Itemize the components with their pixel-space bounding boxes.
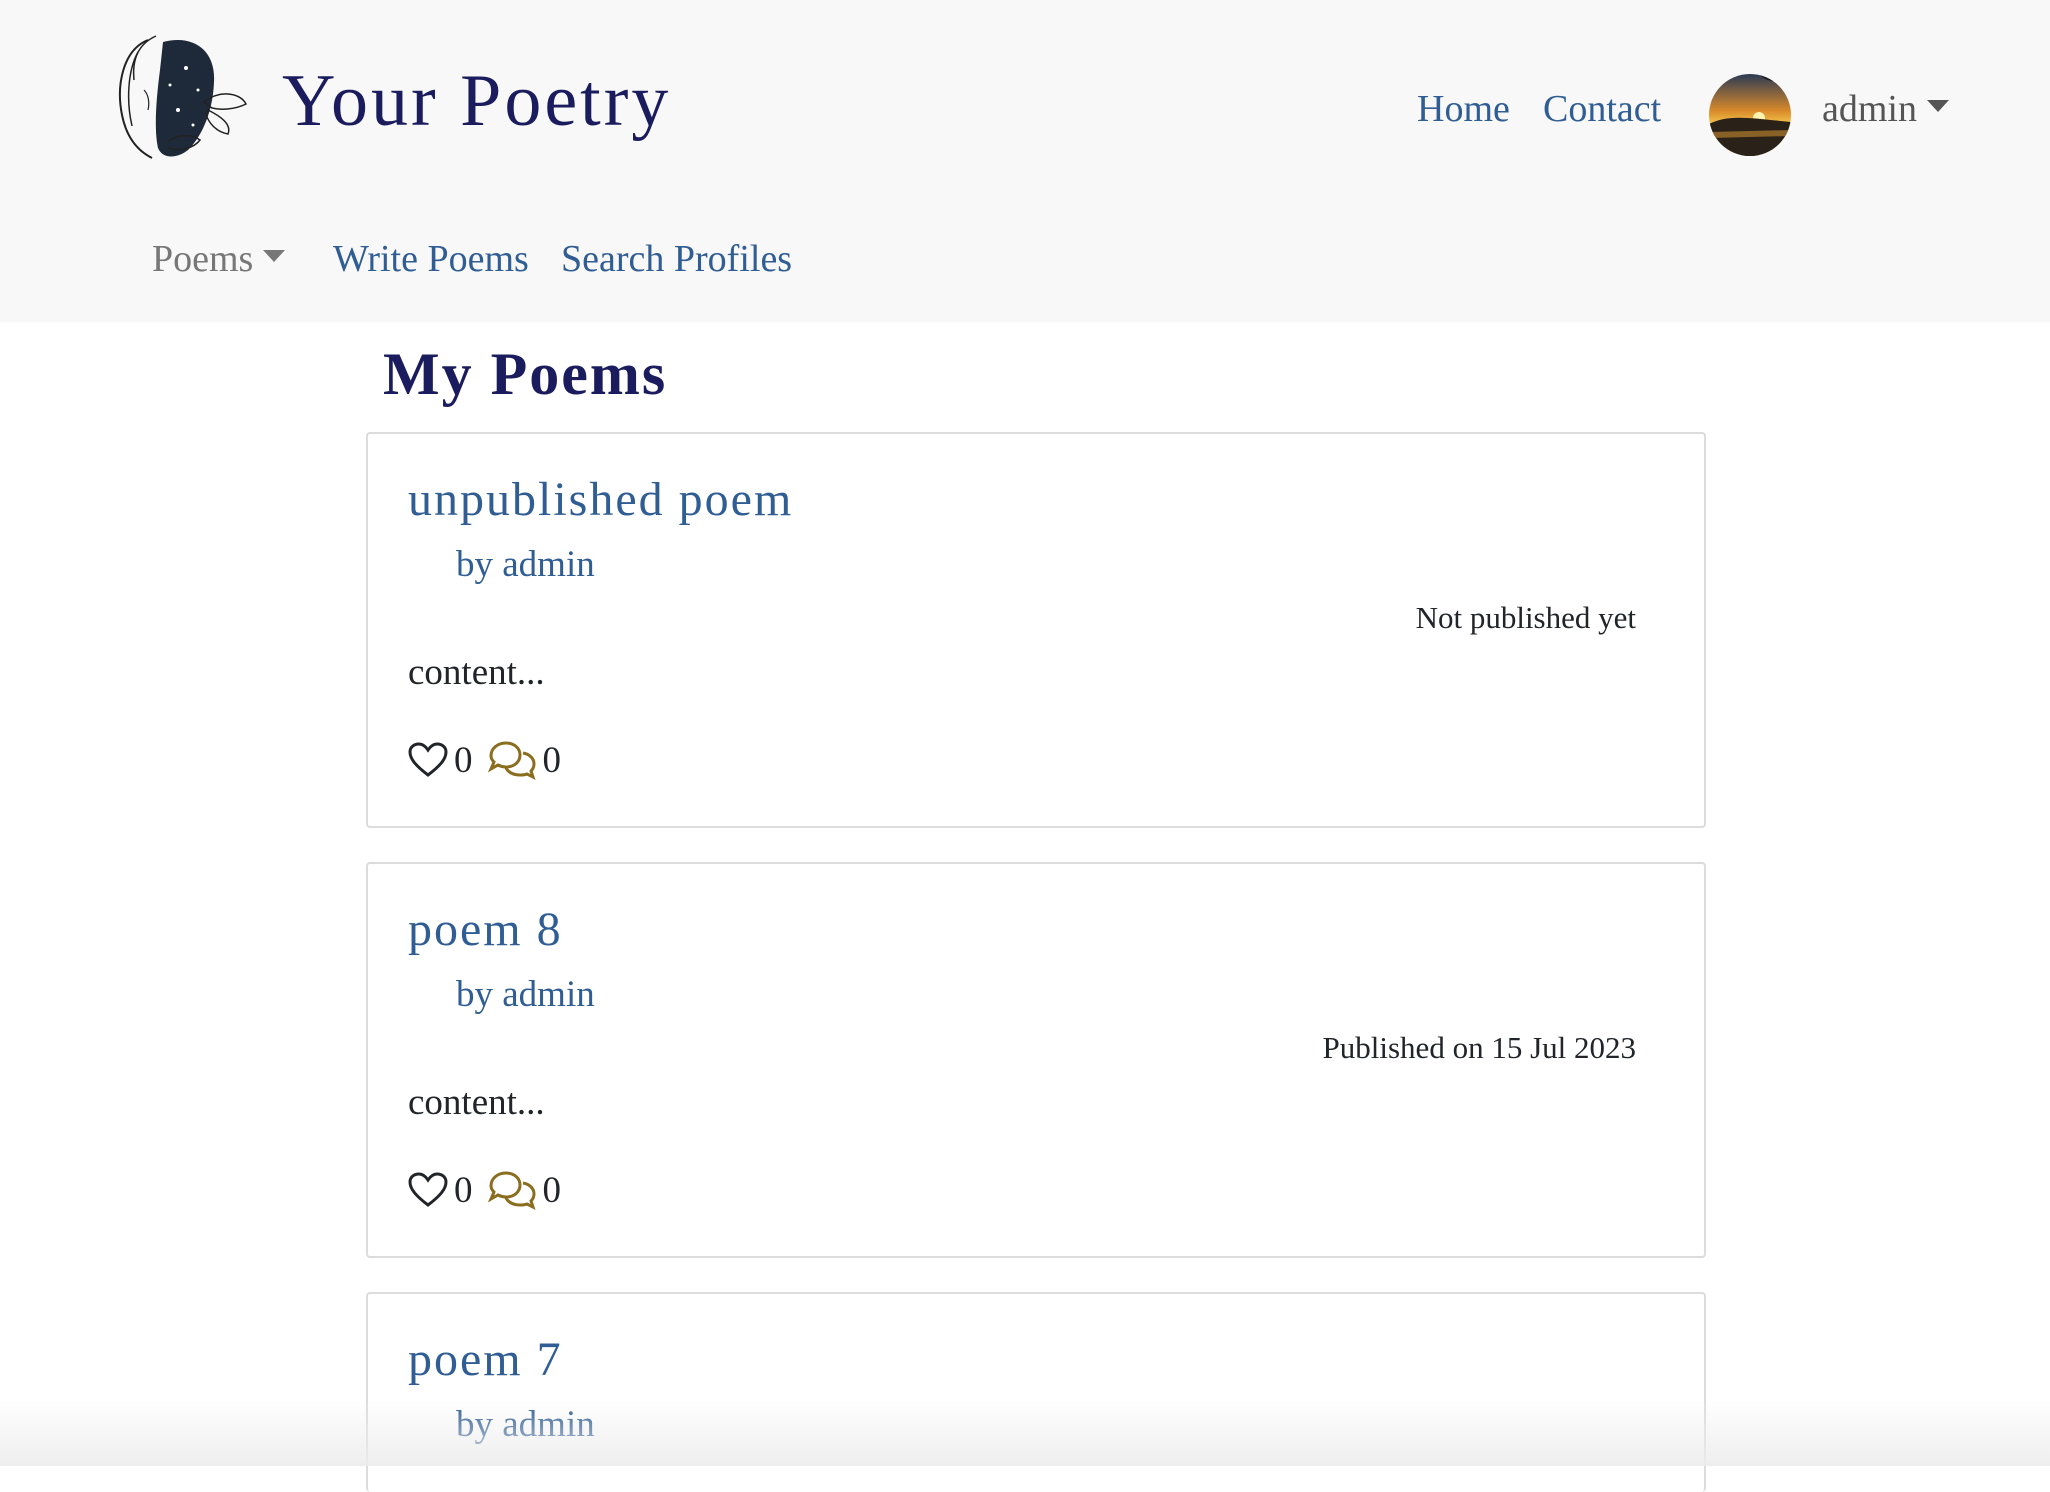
poem-author-link[interactable]: by admin [456, 976, 595, 1013]
like-count: 0 [454, 1169, 473, 1211]
search-profiles-link[interactable]: Search Profiles [561, 240, 792, 278]
poem-title-link[interactable]: unpublished poem [408, 476, 793, 524]
navbar: Your Poetry Home Contact admin Poems Wri… [0, 0, 2050, 322]
poems-dropdown-toggle[interactable]: Poems [152, 238, 286, 280]
chevron-down-icon [263, 250, 286, 263]
comment-count: 0 [542, 1169, 562, 1211]
poem-title-link[interactable]: poem 7 [408, 1336, 563, 1384]
brand-logo-icon[interactable] [108, 30, 250, 166]
poem-card: unpublished poem by admin Not published … [366, 432, 1706, 828]
like-count: 0 [454, 739, 473, 781]
page-title: My Poems [383, 341, 668, 407]
poem-author-link[interactable]: by admin [456, 1406, 595, 1443]
chevron-down-icon [1926, 100, 1949, 113]
poems-dropdown-label: Poems [152, 238, 254, 280]
user-name: admin [1822, 88, 1917, 130]
poem-excerpt: content... [408, 652, 545, 693]
poem-stats: 0 0 [408, 1168, 575, 1212]
comments-icon[interactable] [487, 1170, 537, 1210]
user-dropdown-toggle[interactable]: admin [1822, 90, 1949, 128]
heart-icon[interactable] [408, 742, 448, 778]
comments-icon[interactable] [487, 740, 537, 780]
poem-card: poem 7 by admin [366, 1292, 1706, 1492]
comment-count: 0 [542, 739, 562, 781]
nav-contact-link[interactable]: Contact [1543, 90, 1661, 128]
user-avatar[interactable] [1709, 74, 1791, 156]
poem-publish-status: Published on 15 Jul 2023 [1322, 1030, 1636, 1065]
nav-home-link[interactable]: Home [1417, 90, 1510, 128]
poem-stats: 0 0 [408, 738, 575, 782]
poem-author-link[interactable]: by admin [456, 546, 595, 583]
heart-icon[interactable] [408, 1172, 448, 1208]
write-poems-link[interactable]: Write Poems [333, 240, 529, 278]
poem-excerpt: content... [408, 1082, 545, 1123]
poem-publish-status: Not published yet [1415, 600, 1636, 635]
poem-title-link[interactable]: poem 8 [408, 906, 563, 954]
poem-card: poem 8 by admin Published on 15 Jul 2023… [366, 862, 1706, 1258]
brand-title[interactable]: Your Poetry [282, 64, 671, 138]
